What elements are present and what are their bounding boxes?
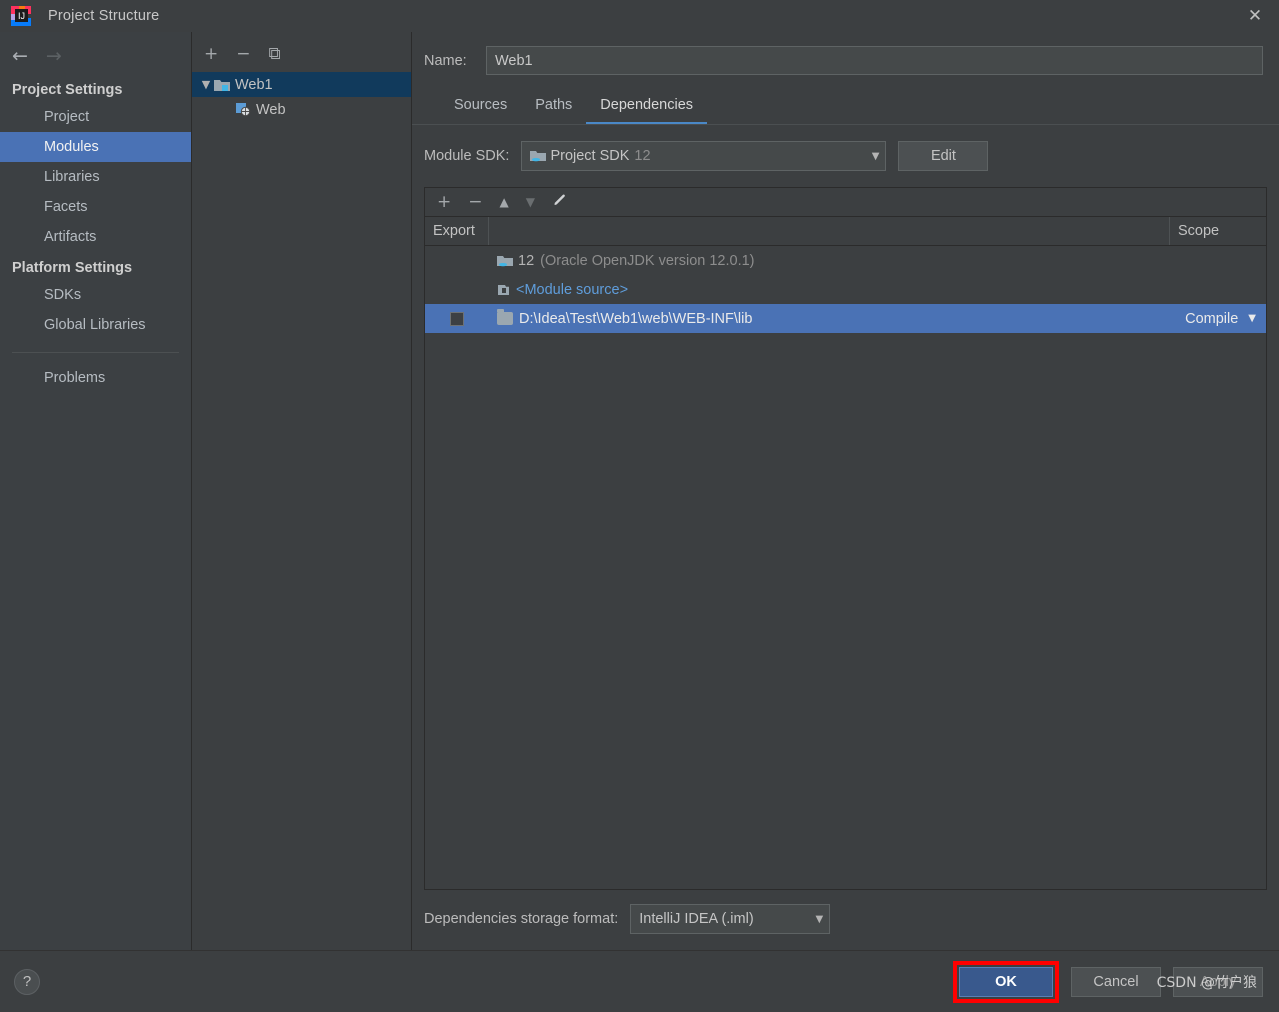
row-name-cell: 12 (Oracle OpenJDK version 12.0.1) [489,253,1170,269]
dependencies-table-body: 12 (Oracle OpenJDK version 12.0.1) <Modu… [425,246,1266,889]
module-tree-panel: + − ⧉ ▼ Web1 Web [192,32,412,950]
row-label-detail: (Oracle OpenJDK version 12.0.1) [540,252,755,269]
remove-dependency-button[interactable]: − [468,193,482,211]
intellij-idea-logo-icon: IJ [10,5,32,27]
tab-paths[interactable]: Paths [521,91,586,124]
row-label: <Module source> [516,281,629,298]
edit-dependency-button[interactable] [552,193,567,212]
window-title: Project Structure [48,8,160,24]
chevron-down-icon[interactable]: ▼ [198,78,214,91]
module-tree-list: ▼ Web1 Web [192,72,411,122]
table-row[interactable]: <Module source> [425,275,1266,304]
dependencies-panel: + − ▲ ▼ Export Scope 12 (Oracle OpenJDK … [424,187,1267,890]
move-up-button[interactable]: ▲ [500,196,509,208]
edit-sdk-button[interactable]: Edit [898,141,989,171]
sidebar-item-problems[interactable]: Problems [0,363,191,393]
svg-text:IJ: IJ [18,11,25,21]
export-checkbox[interactable] [450,311,464,326]
help-button[interactable]: ? [14,968,40,995]
ok-button[interactable]: OK [959,966,1053,997]
row-name-cell: D:\Idea\Test\Web1\web\WEB-INF\lib [489,309,1170,327]
table-row[interactable]: 12 (Oracle OpenJDK version 12.0.1) [425,246,1266,275]
module-folder-icon [214,78,230,92]
ok-button-annotation-wrapper: OK [953,960,1059,1003]
module-tree-toolbar: + − ⧉ [192,40,411,68]
module-sdk-label: Module SDK: [424,148,510,164]
forward-arrow-icon[interactable]: → [46,46,62,66]
sidebar-divider [12,352,179,353]
row-name-cell: <Module source> [489,282,1170,298]
module-name-label: Name: [424,52,467,69]
sidebar-item-facets[interactable]: Facets [0,192,191,222]
module-sdk-row: Module SDK: Project SDK 12 ▼ Edit [412,125,1279,171]
module-name-input[interactable] [486,46,1263,75]
row-export-cell[interactable] [425,311,489,326]
module-tabs: Sources Paths Dependencies [412,91,1279,124]
jdk-icon [530,149,547,163]
row-label: D:\Idea\Test\Web1\web\WEB-INF\lib [519,310,753,327]
chevron-down-icon[interactable]: ▼ [862,151,880,162]
apply-button[interactable]: Apply [1173,966,1263,997]
sidebar-group-platform-settings: Platform Settings [12,260,133,276]
tree-node-web1[interactable]: ▼ Web1 [192,72,411,97]
sidebar-item-artifacts[interactable]: Artifacts [0,222,191,252]
dependencies-toolbar: + − ▲ ▼ [425,188,1266,217]
chevron-down-icon[interactable]: ▼ [806,914,824,925]
sidebar-item-libraries[interactable]: Libraries [0,162,191,192]
chevron-down-icon[interactable]: ▼ [1248,313,1256,324]
add-dependency-button[interactable]: + [437,193,451,211]
module-sdk-value: Project SDK [550,148,630,164]
column-header-export[interactable]: Export [425,217,489,245]
module-source-icon [497,283,510,297]
module-editor-panel: Name: Sources Paths Dependencies Module … [412,32,1279,950]
move-down-button[interactable]: ▼ [526,196,535,208]
dependencies-table-header: Export Scope [425,217,1266,246]
project-structure-dialog: IJ Project Structure ✕ ← → Project Setti… [0,0,1279,1012]
module-sdk-version: 12 [634,148,651,164]
dialog-footer: ? OK Cancel Apply CSDN @竹户狼 [0,950,1279,1012]
dialog-body: ← → Project Settings Project Modules Lib… [0,32,1279,950]
row-scope-cell[interactable]: Compile ▼ [1170,311,1266,327]
sidebar-group-project-settings: Project Settings [12,82,123,98]
storage-format-label: Dependencies storage format: [424,911,619,927]
module-sdk-select[interactable]: Project SDK 12 ▼ [521,141,887,171]
module-name-row: Name: [412,32,1279,75]
tree-node-label: Web1 [235,76,273,93]
copy-module-button[interactable]: ⧉ [269,45,281,63]
tree-node-web[interactable]: Web [192,97,411,122]
title-bar: IJ Project Structure ✕ [0,0,1279,32]
tab-sources[interactable]: Sources [440,91,521,124]
sidebar-item-sdks[interactable]: SDKs [0,280,191,310]
sidebar-item-global-libraries[interactable]: Global Libraries [0,310,191,340]
scope-value: Compile [1185,310,1239,327]
row-label: 12 [518,252,535,269]
sidebar-nav: ← → [0,38,191,74]
remove-module-button[interactable]: − [236,45,250,63]
table-row[interactable]: D:\Idea\Test\Web1\web\WEB-INF\lib Compil… [425,304,1266,333]
storage-format-value: IntelliJ IDEA (.iml) [639,911,754,927]
close-icon[interactable]: ✕ [1231,0,1279,32]
column-header-scope[interactable]: Scope [1170,217,1266,245]
web-facet-icon [236,102,251,117]
footer-button-group: OK Cancel Apply [953,960,1263,1003]
settings-sidebar: ← → Project Settings Project Modules Lib… [0,32,192,950]
storage-format-select[interactable]: IntelliJ IDEA (.iml) ▼ [630,904,831,934]
tab-dependencies[interactable]: Dependencies [586,91,708,124]
jdk-icon [497,254,513,268]
add-module-button[interactable]: + [204,45,218,63]
cancel-button[interactable]: Cancel [1071,966,1161,997]
library-folder-icon [497,309,513,325]
back-arrow-icon[interactable]: ← [12,46,28,66]
tree-node-label: Web [256,101,286,118]
column-header-name[interactable] [489,217,1170,245]
sidebar-item-modules[interactable]: Modules [0,132,191,162]
sidebar-item-project[interactable]: Project [0,102,191,132]
storage-format-row: Dependencies storage format: IntelliJ ID… [412,890,1279,950]
